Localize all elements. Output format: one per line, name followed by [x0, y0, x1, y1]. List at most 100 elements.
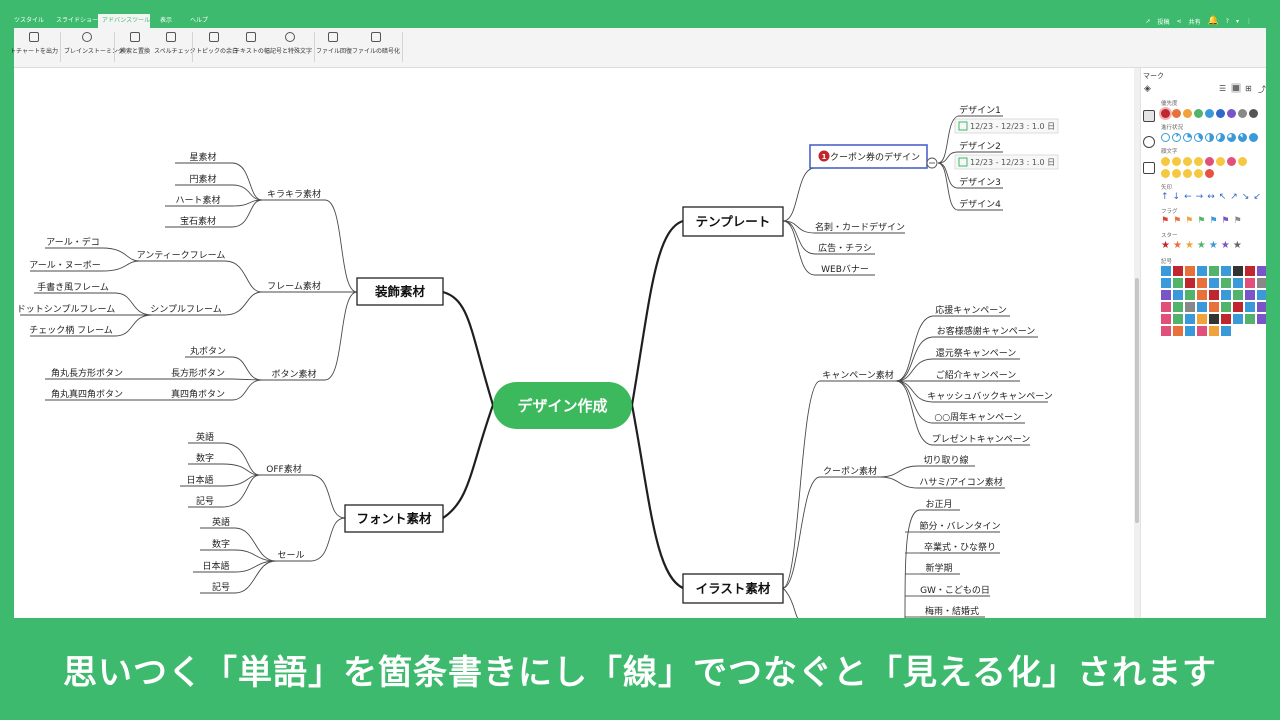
bulb-icon[interactable]: [1197, 290, 1207, 300]
arrow-up-left-icon[interactable]: ↖: [1219, 192, 1227, 202]
calendar-sym-icon[interactable]: [1173, 278, 1183, 288]
heart-sym-icon[interactable]: [1245, 278, 1255, 288]
leaf-icon[interactable]: [1245, 314, 1255, 324]
tired-face-icon[interactable]: [1172, 169, 1181, 178]
cool-face-icon[interactable]: [1216, 157, 1225, 166]
leaf-topic[interactable]: 数字: [196, 452, 214, 464]
minus-sym-icon[interactable]: [1233, 302, 1243, 312]
subtopic[interactable]: OFF素材: [266, 463, 301, 475]
leaf-topic[interactable]: デザイン3: [959, 176, 1001, 188]
cup-icon[interactable]: [1233, 266, 1243, 276]
leaf-topic[interactable]: WEBバナー: [821, 264, 869, 275]
priority-5-icon[interactable]: [1205, 109, 1214, 118]
ok-icon[interactable]: [1173, 302, 1183, 312]
plane-icon[interactable]: [1173, 314, 1183, 324]
doc-icon[interactable]: [1209, 278, 1219, 288]
leaf-topic[interactable]: ハサミ/アイコン素材: [919, 476, 1003, 488]
add-mark-icon[interactable]: ⊞: [1245, 84, 1252, 93]
subtopic[interactable]: セール: [277, 550, 304, 561]
tab-advanced-tools[interactable]: アドバンスツール: [98, 14, 150, 28]
priority-1-icon[interactable]: [1161, 109, 1170, 118]
info-icon[interactable]: [1221, 290, 1231, 300]
blue-star-icon[interactable]: ★: [1209, 240, 1218, 251]
leaf-topic[interactable]: 記号: [212, 581, 230, 593]
laugh-face-icon[interactable]: [1172, 157, 1181, 166]
subtopic[interactable]: キラキラ素材: [267, 188, 321, 200]
arrow-left-right-icon[interactable]: ↔: [1207, 192, 1215, 202]
mindmap-canvas[interactable]: デザイン作成 装飾素材 フォント素材 テンプレート イラスト素材 キラキラ素材 …: [14, 68, 1134, 618]
angry-face-icon[interactable]: [1205, 157, 1214, 166]
check-sym-icon[interactable]: [1221, 278, 1231, 288]
leaf-topic[interactable]: デザイン1: [959, 104, 1001, 116]
tab-style[interactable]: ツスタイル: [10, 14, 48, 28]
bell-icon[interactable]: 🔔: [1208, 16, 1219, 26]
priority-3-icon[interactable]: [1183, 109, 1192, 118]
surprised-face-icon[interactable]: [1161, 169, 1170, 178]
chart-sym-icon[interactable]: [1197, 278, 1207, 288]
help-button[interactable]: ?: [1226, 18, 1229, 25]
leaf-topic[interactable]: 応援キャンペーン: [935, 304, 1007, 316]
warning-icon[interactable]: [1209, 302, 1219, 312]
leaf-topic[interactable]: 切り取り線: [923, 454, 968, 466]
gray-flag-icon[interactable]: ⚑: [1233, 216, 1241, 226]
stop-icon[interactable]: [1185, 326, 1195, 336]
subtopic[interactable]: フレーム素材: [267, 280, 321, 292]
camera-icon[interactable]: [1233, 278, 1243, 288]
green-flag-icon[interactable]: ⚑: [1197, 216, 1205, 226]
person-icon[interactable]: [1161, 266, 1171, 276]
leaf-topic[interactable]: 英語: [212, 516, 230, 528]
file-recovery-button[interactable]: ファイル回復: [316, 30, 352, 66]
yen-icon[interactable]: [1233, 290, 1243, 300]
spellcheck-button[interactable]: スペルチェック: [154, 30, 196, 66]
sleepy-face-icon[interactable]: [1183, 169, 1192, 178]
arrow-down-left-icon[interactable]: ↙: [1253, 192, 1261, 202]
smile-face-icon[interactable]: [1161, 157, 1170, 166]
leaf-topic[interactable]: 角丸真四角ボタン: [51, 388, 123, 400]
tab-view[interactable]: 表示: [156, 14, 176, 28]
list-view-icon[interactable]: ☰: [1219, 84, 1226, 93]
gear-sym-icon[interactable]: [1221, 326, 1231, 336]
leaf-topic[interactable]: 新学期: [925, 562, 952, 574]
cross-icon[interactable]: [1185, 302, 1195, 312]
arrow-up-right-icon[interactable]: ↗: [1230, 192, 1238, 202]
leaf-topic[interactable]: デザイン2: [959, 140, 1001, 152]
leaf-topic[interactable]: 星素材: [189, 151, 216, 163]
arrow-up-icon[interactable]: ↑: [1161, 192, 1169, 202]
play-icon[interactable]: [1161, 326, 1171, 336]
export-chart-button[interactable]: トチャートを出力: [10, 30, 58, 66]
subtopic[interactable]: ボタン素材: [271, 368, 316, 380]
kiss-face-icon[interactable]: [1205, 169, 1214, 178]
grid-view-icon[interactable]: ▦: [1231, 83, 1241, 93]
fire-icon[interactable]: [1221, 314, 1231, 324]
clock-icon[interactable]: [1221, 266, 1231, 276]
plus-sym-icon[interactable]: [1221, 302, 1231, 312]
neutral-face-icon[interactable]: [1183, 157, 1192, 166]
car-icon[interactable]: [1185, 314, 1195, 324]
globe-icon[interactable]: [1197, 302, 1207, 312]
leaf-topic[interactable]: アール・ヌーボー: [29, 260, 100, 271]
leaf-topic[interactable]: 広告・チラシ: [818, 242, 872, 254]
subtopic[interactable]: シンプルフレーム: [150, 304, 221, 315]
home-icon[interactable]: [1161, 278, 1171, 288]
star-sym-icon[interactable]: [1161, 290, 1171, 300]
tag-icon[interactable]: [1257, 302, 1266, 312]
export-mark-icon[interactable]: ⤴: [1258, 84, 1266, 95]
progress-75-icon[interactable]: [1227, 133, 1236, 142]
purple-star-icon[interactable]: ★: [1221, 240, 1230, 251]
tab-slideshow[interactable]: スライドショー: [52, 14, 102, 28]
leaf-topic[interactable]: チェック柄 フレーム: [29, 324, 113, 336]
sad-face-icon[interactable]: [1194, 157, 1203, 166]
brainstorm-button[interactable]: ブレインストーミング: [64, 30, 124, 66]
symbols-button[interactable]: 記号と特殊文字: [270, 30, 312, 66]
leaf-topic[interactable]: アール・デコ: [46, 236, 99, 248]
leaf-topic[interactable]: 角丸長方形ボタン: [51, 367, 123, 379]
blue-flag-icon[interactable]: ⚑: [1209, 216, 1217, 226]
leaf-topic[interactable]: ドットシンプルフレーム: [17, 304, 115, 315]
leaf-topic[interactable]: 卒業式・ひな祭り: [924, 541, 996, 553]
subtopic[interactable]: クーポン素材: [823, 465, 877, 477]
scrollbar-thumb[interactable]: [1135, 278, 1139, 523]
key-icon[interactable]: [1257, 314, 1266, 324]
leaf-topic[interactable]: デザイン4: [959, 198, 1001, 210]
progress-62-icon[interactable]: [1216, 133, 1225, 142]
clipart-tab-icon[interactable]: [1143, 136, 1155, 148]
